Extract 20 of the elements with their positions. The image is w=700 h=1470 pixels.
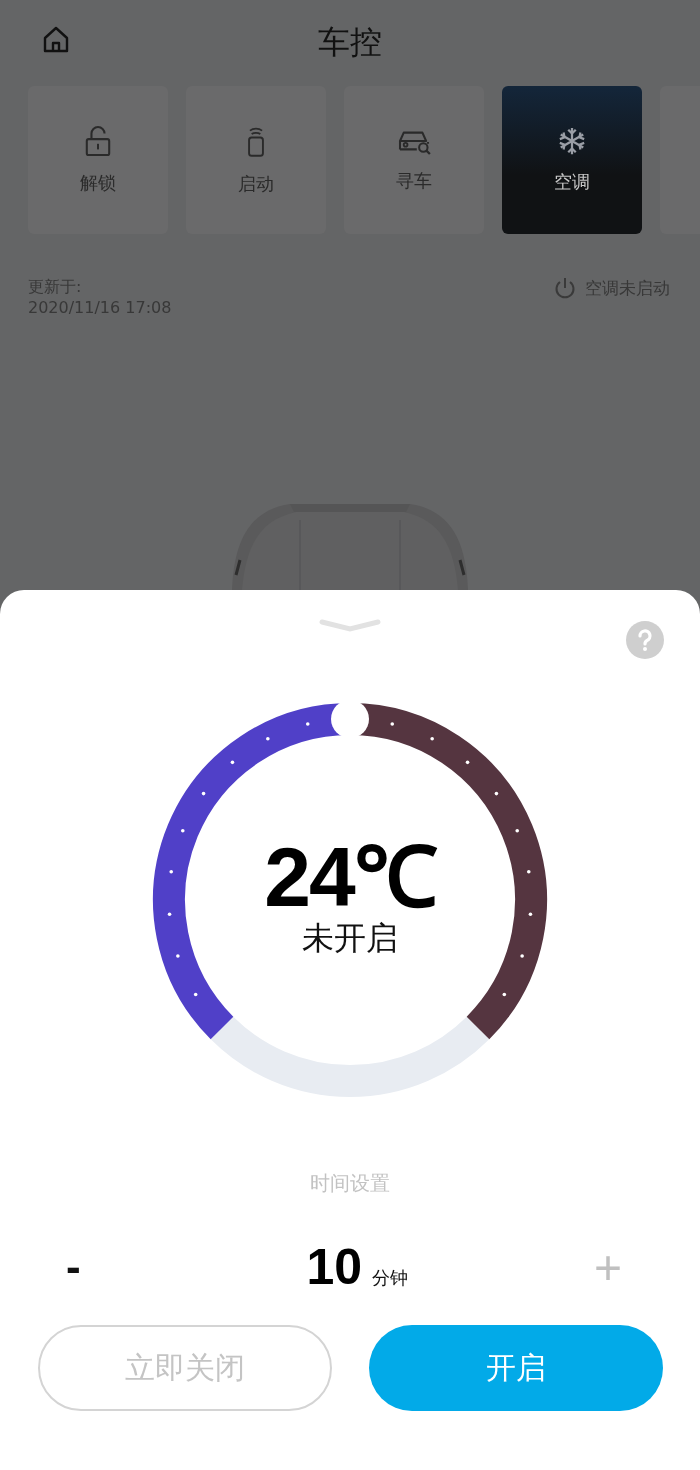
unlock-icon — [84, 125, 112, 157]
temperature-value: 24℃ — [264, 834, 436, 920]
increase-button[interactable]: + — [583, 1239, 632, 1295]
ac-state: 未开启 — [302, 920, 398, 956]
decrease-button[interactable]: - — [56, 1242, 91, 1292]
help-icon[interactable] — [626, 621, 664, 659]
page-title: 车控 — [318, 22, 382, 63]
timer-unit: 分钟 — [372, 1266, 409, 1290]
timer-value: 10 — [306, 1238, 363, 1296]
power-icon — [553, 276, 577, 300]
control-tile[interactable]: 寻车 — [344, 86, 484, 234]
stop-button[interactable]: 立即关闭 — [37, 1325, 332, 1411]
start-button[interactable]: 开启 — [368, 1325, 663, 1411]
snowflake-icon — [557, 126, 587, 156]
timer-title: 时间设置 — [310, 1170, 390, 1197]
temperature-dial[interactable] — [150, 700, 550, 1100]
control-tile[interactable]: 启动 — [186, 86, 326, 234]
control-tile[interactable]: 空调 — [502, 86, 642, 234]
control-tile[interactable]: 解锁 — [28, 86, 168, 234]
chevron-down-icon[interactable] — [319, 618, 381, 632]
